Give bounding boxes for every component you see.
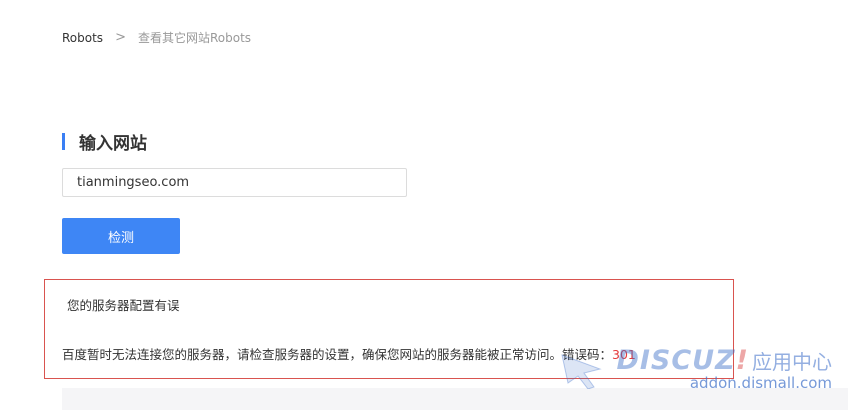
watermark: DISCUZ ! 应用中心 addon.dismall.com bbox=[561, 345, 832, 392]
breadcrumb-robots-link[interactable]: Robots bbox=[62, 31, 103, 45]
breadcrumb-current: 查看其它网站Robots bbox=[137, 31, 252, 45]
error-message: 百度暂时无法连接您的服务器，请检查服务器的设置，确保您网站的服务器能被正常访问。… bbox=[62, 347, 613, 362]
check-button[interactable]: 检测 bbox=[62, 218, 180, 254]
section-heading: 输入网站 bbox=[62, 129, 147, 154]
error-message-line: 百度暂时无法连接您的服务器，请检查服务器的设置，确保您网站的服务器能被正常访问。… bbox=[62, 344, 636, 363]
watermark-arrow-icon bbox=[561, 354, 603, 389]
website-input[interactable] bbox=[62, 168, 407, 197]
section-title: 输入网站 bbox=[79, 134, 147, 154]
watermark-exclaim: ! bbox=[735, 345, 748, 376]
title-accent-bar bbox=[62, 133, 65, 150]
watermark-domain: addon.dismall.com bbox=[689, 374, 832, 392]
breadcrumb: Robots > 查看其它网站Robots bbox=[62, 29, 251, 46]
breadcrumb-separator: > bbox=[115, 30, 126, 45]
watermark-center-text: 应用中心 bbox=[752, 350, 832, 374]
watermark-logo: DISCUZ bbox=[616, 345, 736, 376]
error-title: 您的服务器配置有误 bbox=[67, 298, 180, 313]
